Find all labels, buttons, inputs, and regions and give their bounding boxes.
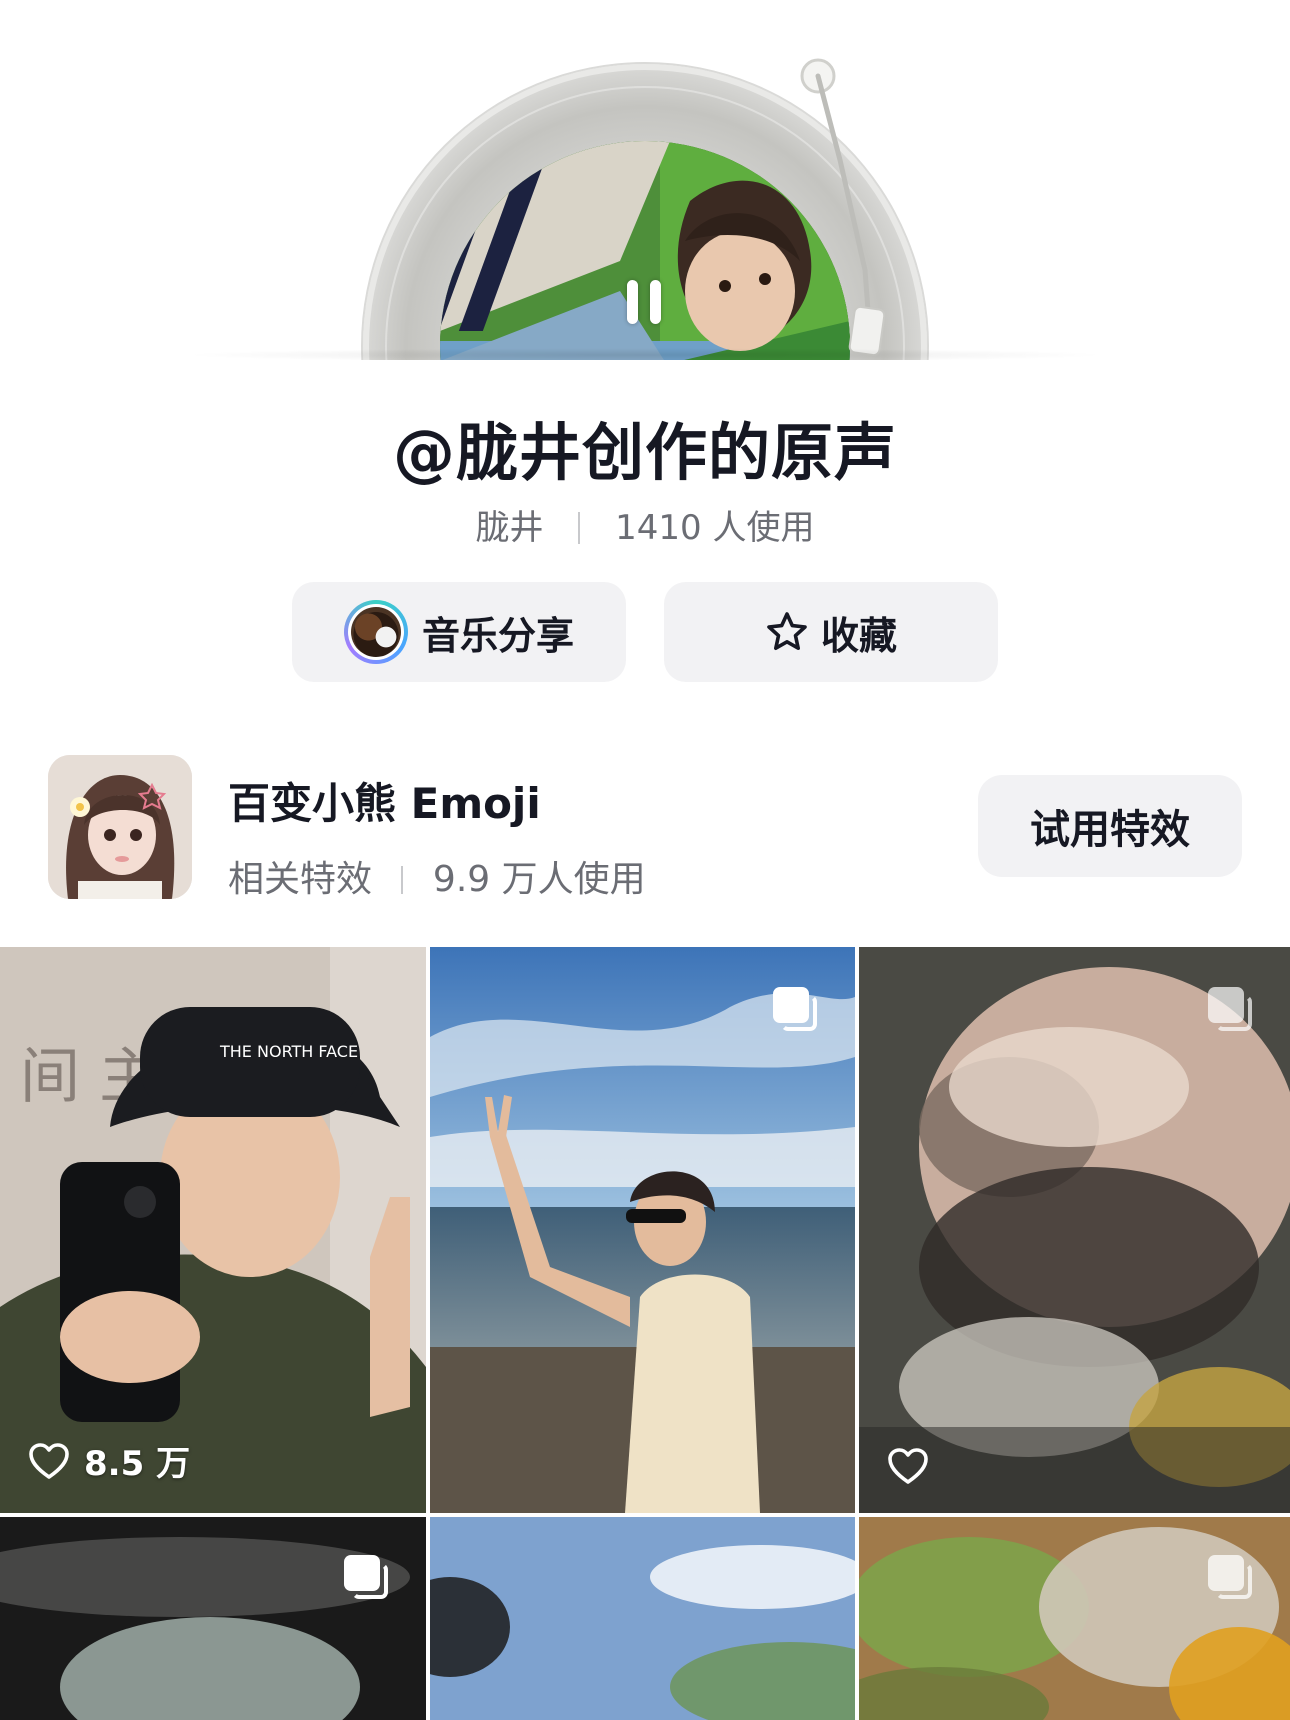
star-icon [767,612,807,650]
music-share-button[interactable]: 音乐分享 [292,582,626,682]
multi-image-icon [1208,987,1254,1033]
share-avatar [343,600,408,664]
heart-icon [29,1442,69,1479]
multi-image-icon [773,987,819,1033]
effect-category: 相关特效 [228,859,373,900]
video-tile[interactable]: 间 主 THE NORTH FACE 8.5 万 [0,947,426,1513]
divider [578,512,581,544]
effect-usage-count: 9.9 万人使用 [432,859,646,900]
try-effect-button[interactable]: 试用特效 [978,775,1242,877]
sound-meta: 胧井 1410 人使用 [0,500,1290,549]
svg-text:THE NORTH FACE: THE NORTH FACE [219,1042,358,1061]
divider [401,866,404,894]
like-count [887,1447,943,1485]
video-grid: 间 主 THE NORTH FACE 8.5 万 [0,947,1290,1720]
favorite-label: 收藏 [820,613,897,658]
sound-title: @胧井创作的原声 [392,416,897,489]
sound-author[interactable]: 胧井 [476,508,544,548]
record-player [0,0,1290,360]
favorite-button[interactable]: 收藏 [664,582,998,682]
video-tile[interactable] [859,947,1290,1513]
multi-image-icon [344,1555,390,1601]
video-tile[interactable] [430,1517,855,1720]
heart-icon [888,1448,928,1484]
multi-image-icon [1208,1555,1254,1601]
like-count: 8.5 万 [28,1436,190,1485]
sound-usage-count: 1410 人使用 [615,508,815,548]
effect-name[interactable]: 百变小熊 Emoji [228,770,541,831]
effect-thumbnail[interactable] [48,755,192,899]
tonearm-icon [800,58,886,357]
pause-icon[interactable] [625,280,665,324]
effect-meta: 相关特效 9.9 万人使用 [228,850,646,902]
music-share-label: 音乐分享 [421,613,574,658]
video-tile[interactable] [859,1517,1290,1720]
video-tile[interactable] [0,1517,426,1720]
video-tile[interactable] [430,947,855,1513]
